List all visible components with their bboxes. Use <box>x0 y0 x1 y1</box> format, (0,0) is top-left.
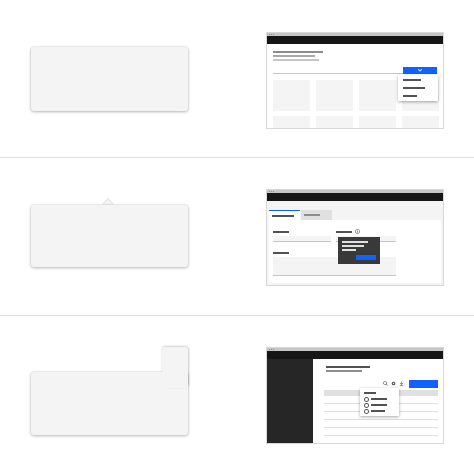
subtitle-line <box>326 370 362 372</box>
radio-label <box>371 398 387 400</box>
app-header <box>267 36 443 44</box>
dropdown-menu <box>398 75 438 101</box>
menu-item[interactable] <box>403 95 417 97</box>
tile <box>273 116 310 128</box>
text-input[interactable] <box>273 236 331 242</box>
download-icon[interactable] <box>399 381 404 386</box>
side-nav <box>267 359 313 443</box>
radio-option[interactable] <box>364 409 369 414</box>
app-header <box>267 193 443 201</box>
row-dropdown-example <box>0 0 474 158</box>
info-icon[interactable] <box>355 229 360 234</box>
radio-label <box>371 404 387 406</box>
placeholder-card <box>31 205 188 267</box>
radio-option[interactable] <box>364 403 369 408</box>
tile <box>316 80 353 111</box>
tile <box>273 80 310 111</box>
menu-heading <box>364 392 376 394</box>
subtitle-line <box>273 55 315 57</box>
overflow-menu <box>360 388 399 416</box>
tile <box>316 116 353 128</box>
chevron-down-icon <box>418 69 422 72</box>
menu-item[interactable] <box>403 87 425 89</box>
tab-inactive[interactable] <box>301 210 332 220</box>
search-field[interactable] <box>273 67 403 74</box>
tooltip <box>338 237 380 264</box>
field-label <box>273 231 289 233</box>
tooltip-action-button[interactable] <box>356 255 376 260</box>
menu-item[interactable] <box>403 79 421 81</box>
field-label <box>336 231 352 233</box>
settings-icon[interactable] <box>391 381 396 386</box>
placeholder-tab-join <box>160 372 188 388</box>
primary-button[interactable] <box>409 380 438 388</box>
radio-label <box>371 410 385 412</box>
search-icon[interactable] <box>383 381 388 386</box>
placeholder-card <box>31 47 188 111</box>
row-tooltip-example <box>0 158 474 316</box>
primary-button[interactable] <box>403 67 437 74</box>
tile <box>359 80 396 111</box>
subtitle-line <box>273 59 319 61</box>
row-overflow-menu-example <box>0 316 474 474</box>
title-line <box>326 366 370 368</box>
title-line <box>273 51 323 53</box>
radio-option[interactable] <box>364 397 369 402</box>
tile <box>402 116 439 128</box>
preview-screenshot <box>267 348 443 443</box>
tile <box>359 116 396 128</box>
preview-screenshot <box>267 33 443 128</box>
field-label <box>273 252 289 254</box>
preview-screenshot <box>267 190 443 285</box>
app-header <box>267 351 443 359</box>
